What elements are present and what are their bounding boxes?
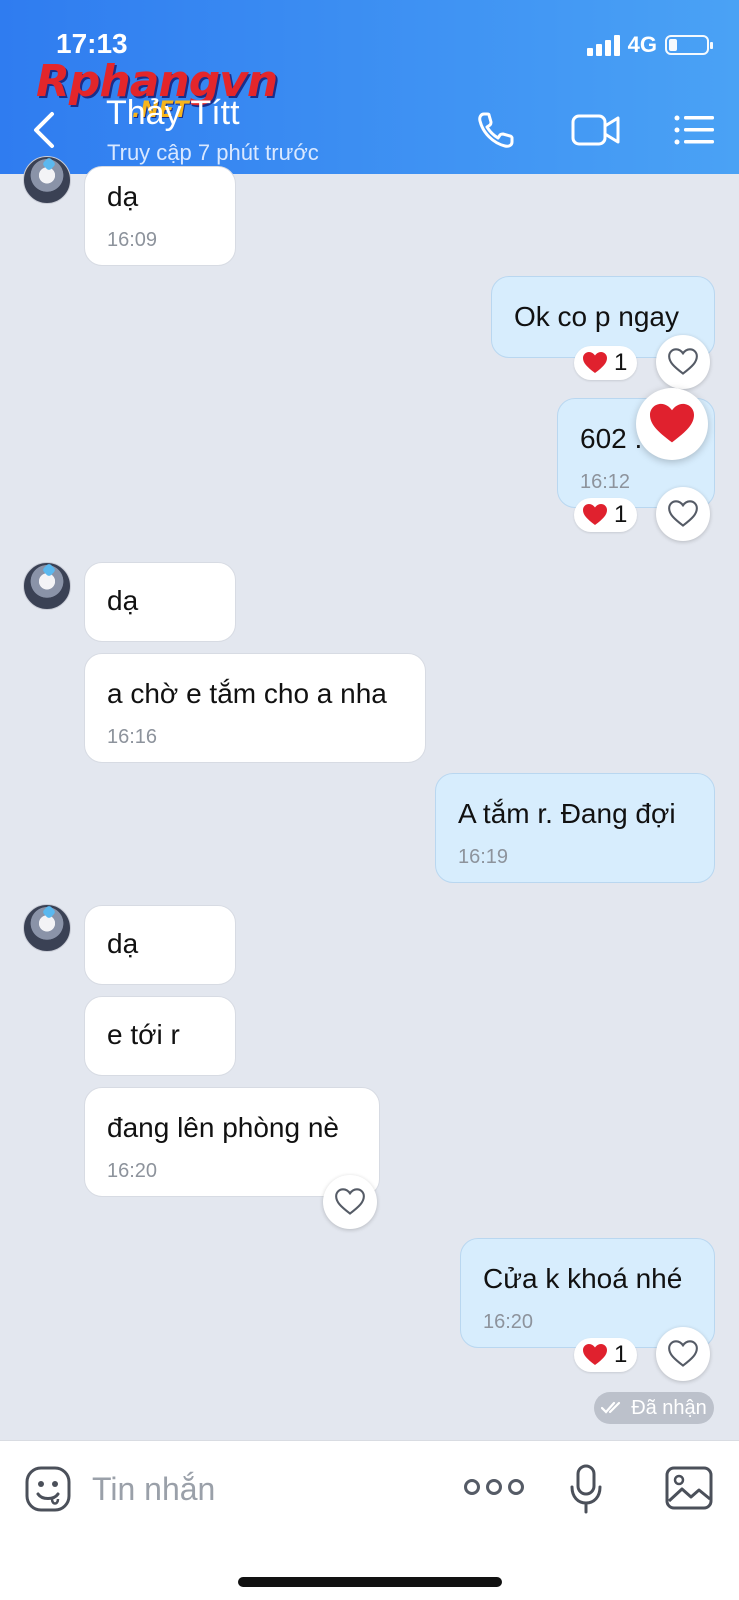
reaction-summary[interactable]: 1: [574, 346, 638, 380]
menu-button[interactable]: [672, 108, 720, 152]
message-text: a chờ e tắm cho a nha: [107, 678, 387, 709]
message-bubble-incoming[interactable]: e tới r: [84, 996, 236, 1076]
last-seen-status: Truy cập 7 phút trước: [107, 140, 319, 165]
signal-icon: [586, 34, 620, 56]
battery-icon: [665, 35, 713, 55]
react-button[interactable]: [656, 487, 710, 541]
heart-outline-icon: [335, 1188, 365, 1215]
voice-message-button[interactable]: [568, 1463, 604, 1515]
react-button[interactable]: [656, 335, 710, 389]
message-text: e tới r: [107, 1019, 180, 1050]
contact-name[interactable]: Thảy Títt: [106, 94, 240, 133]
heart-icon: [583, 352, 607, 373]
contact-avatar[interactable]: [23, 562, 71, 610]
message-bubble-outgoing[interactable]: A tắm r. Đang đợi 16:19: [435, 773, 715, 883]
image-picker-button[interactable]: [664, 1465, 714, 1511]
heart-outline-icon: [668, 500, 698, 527]
more-options-button[interactable]: [464, 1479, 524, 1495]
heart-outline-icon: [668, 1340, 698, 1367]
network-type: 4G: [627, 32, 657, 57]
double-check-icon: [601, 1401, 621, 1414]
back-button[interactable]: [28, 110, 62, 150]
dot-icon: [486, 1479, 502, 1495]
message-text: 602 .: [580, 423, 643, 454]
message-time: 16:12: [580, 471, 631, 493]
phone-icon: [478, 112, 514, 148]
microphone-icon: [570, 1464, 602, 1514]
reaction-count: 1: [614, 1341, 628, 1368]
reaction-animation: [636, 388, 708, 460]
image-icon: [665, 1466, 713, 1510]
call-button[interactable]: [474, 108, 522, 152]
heart-outline-icon: [668, 348, 698, 375]
status-indicators: 4G: [586, 32, 713, 58]
message-text: đang lên phòng nè: [107, 1112, 339, 1143]
message-bubble-incoming[interactable]: dạ: [84, 562, 236, 642]
message-composer: [0, 1440, 739, 1600]
list-menu-icon: [674, 115, 714, 145]
message-text: dạ: [107, 585, 139, 616]
delivery-status: Đã nhận: [594, 1392, 714, 1424]
contact-avatar[interactable]: [23, 904, 71, 952]
dot-icon: [464, 1479, 480, 1495]
react-button[interactable]: [323, 1175, 377, 1229]
home-indicator: [238, 1577, 502, 1587]
message-bubble-incoming[interactable]: dạ 16:09: [84, 166, 236, 266]
message-time: 16:16: [107, 726, 158, 748]
message-text: Ok co p ngay: [514, 301, 679, 332]
message-bubble-incoming[interactable]: dạ: [84, 905, 236, 985]
dot-icon: [508, 1479, 524, 1495]
chat-header: 17:13 4G Rphangvn .NET Thảy Títt Truy cậ…: [0, 0, 739, 174]
reaction-summary[interactable]: 1: [574, 498, 638, 532]
emoji-icon: [25, 1466, 71, 1512]
react-button[interactable]: [656, 1327, 710, 1381]
heart-icon: [583, 1344, 607, 1365]
message-text: dạ: [107, 928, 139, 959]
message-time: 16:20: [107, 1160, 158, 1182]
reaction-count: 1: [614, 501, 628, 528]
reaction-summary[interactable]: 1: [574, 1338, 638, 1372]
message-time: 16:19: [458, 846, 509, 868]
contact-avatar[interactable]: [23, 156, 71, 204]
message-time: 16:09: [107, 229, 158, 251]
delivery-status-text: Đã nhận: [631, 1396, 707, 1419]
message-text: A tắm r. Đang đợi: [458, 798, 676, 829]
message-input[interactable]: [92, 1463, 432, 1515]
reaction-count: 1: [614, 349, 628, 376]
message-time: 16:20: [483, 1311, 534, 1333]
chevron-left-icon: [34, 112, 54, 148]
heart-icon: [583, 504, 607, 525]
sticker-button[interactable]: [24, 1465, 72, 1513]
message-text: dạ: [107, 181, 139, 212]
video-camera-icon: [571, 114, 620, 146]
heart-icon: [650, 403, 694, 443]
message-bubble-incoming[interactable]: a chờ e tắm cho a nha 16:16: [84, 653, 426, 763]
message-text: Cửa k khoá nhé: [483, 1263, 683, 1294]
video-call-button[interactable]: [570, 108, 620, 152]
